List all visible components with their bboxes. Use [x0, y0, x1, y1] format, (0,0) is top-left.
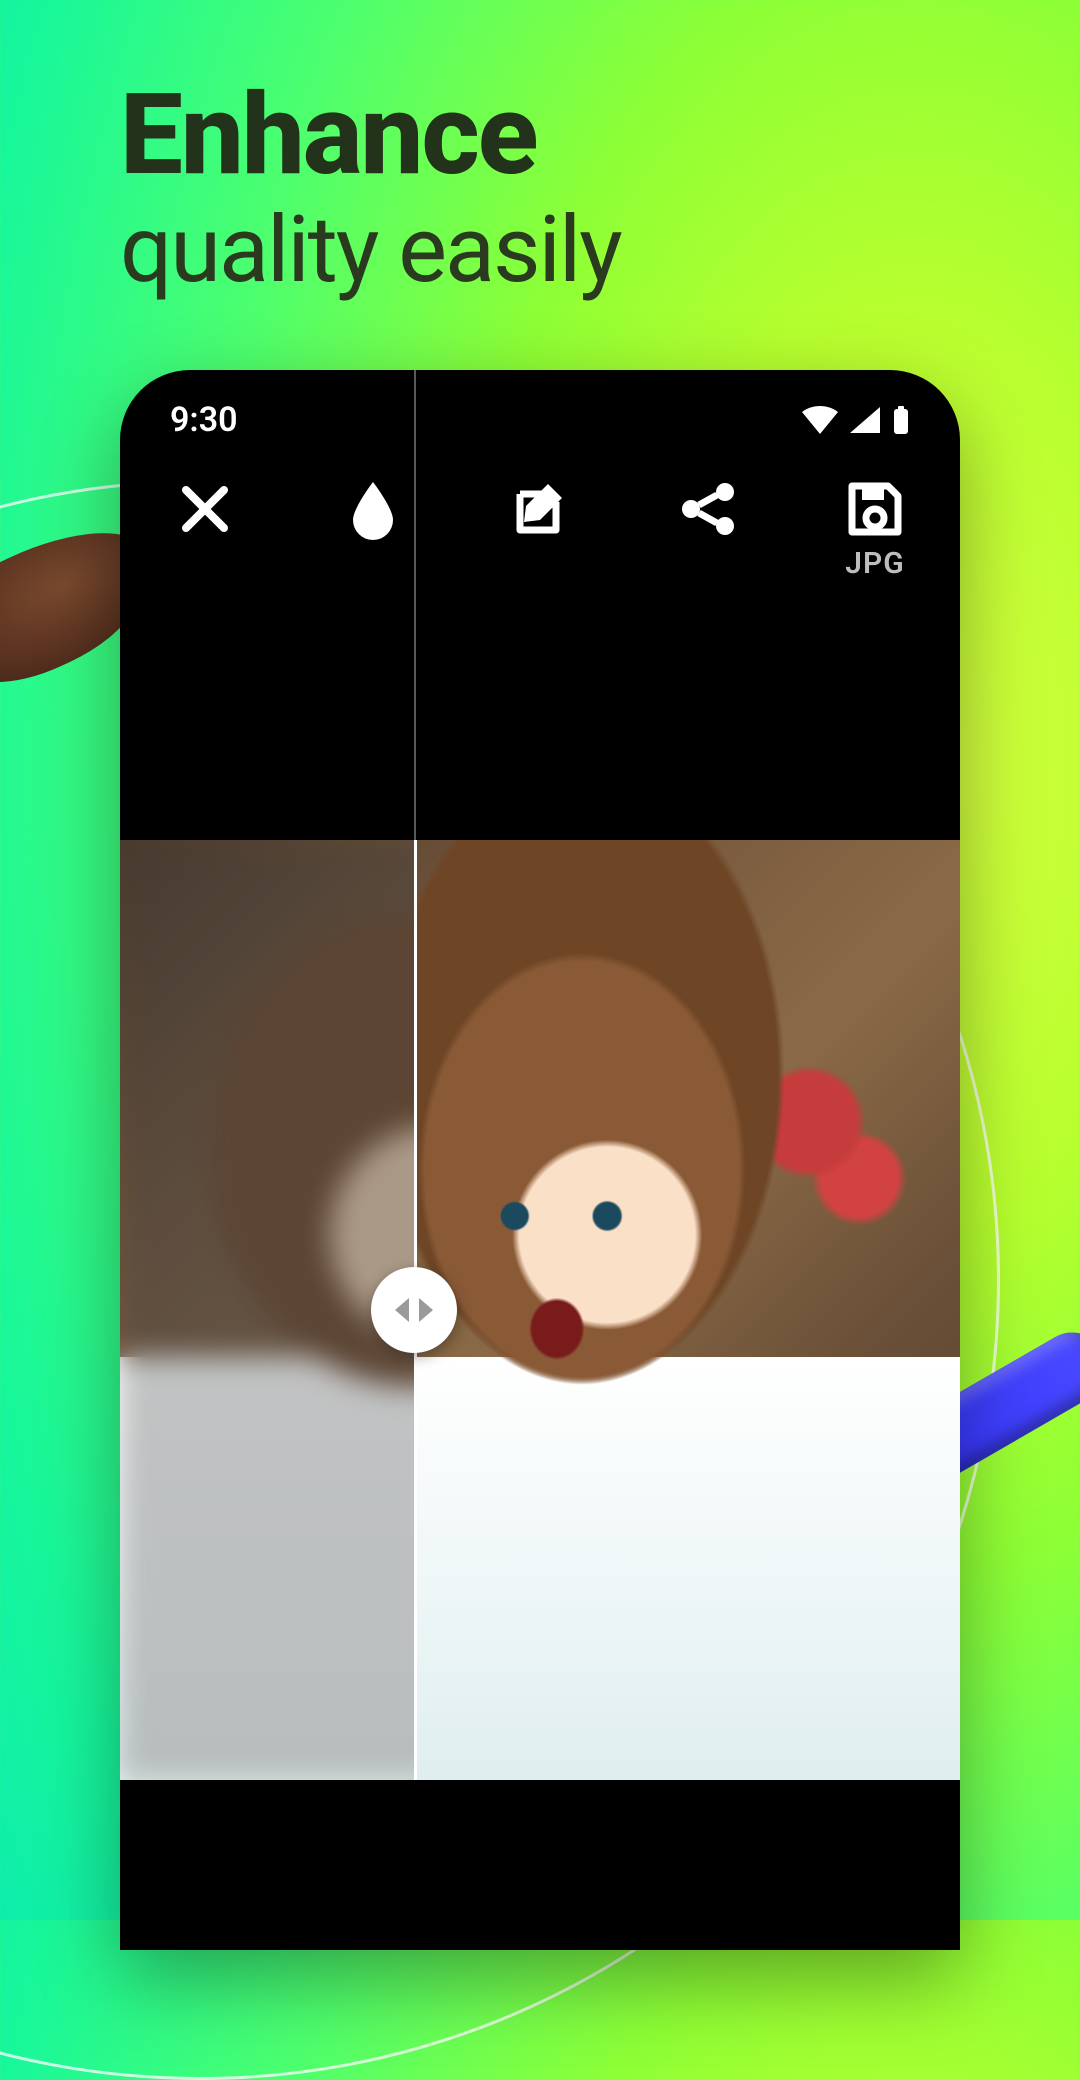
blur-button[interactable]	[328, 480, 418, 540]
bottom-bar	[120, 1780, 960, 1950]
close-button[interactable]	[160, 480, 250, 538]
save-button[interactable]: JPG	[830, 480, 920, 581]
edit-icon	[510, 480, 570, 540]
share-button[interactable]	[663, 480, 753, 538]
hero-title: Enhance	[120, 80, 621, 192]
compare-slider-handle[interactable]	[371, 1267, 457, 1353]
chevron-right-icon	[419, 1298, 433, 1322]
chevron-left-icon	[395, 1298, 409, 1322]
cell-signal-icon	[850, 407, 880, 433]
share-icon	[679, 480, 737, 538]
battery-icon	[892, 406, 910, 434]
close-icon	[176, 480, 234, 538]
editor-toolbar: JPG	[120, 450, 960, 591]
droplet-icon	[349, 480, 397, 540]
save-icon	[846, 480, 904, 538]
hero-subtitle: quality easily	[120, 200, 621, 301]
status-indicators	[802, 406, 910, 434]
save-format-label: JPG	[845, 546, 904, 581]
hero-text: Enhance quality easily	[120, 80, 621, 301]
edit-button[interactable]	[495, 480, 585, 540]
status-bar: 9:30	[120, 370, 960, 450]
compare-divider-upper	[414, 370, 416, 840]
wifi-icon	[802, 406, 838, 434]
phone-frame: 9:30	[120, 370, 960, 1950]
image-compare-preview	[120, 840, 960, 1780]
status-time: 9:30	[170, 400, 238, 440]
